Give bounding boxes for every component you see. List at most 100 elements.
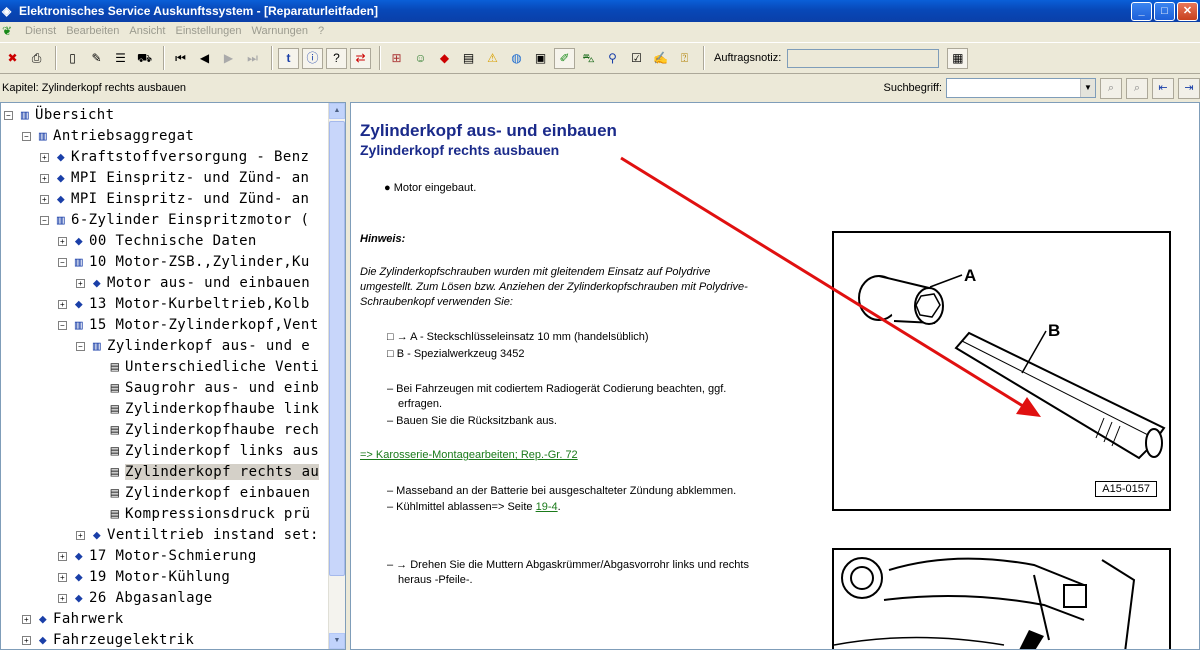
tree-node[interactable]: + ◆ 13 Motor-Kurbeltrieb,Kolb (58, 294, 310, 314)
tree-node-label[interactable]: Motor aus- und einbauen (107, 275, 310, 291)
expand-icon[interactable]: + (40, 194, 49, 204)
tree-node-label[interactable]: 15 Motor-Zylinderkopf,Vent (89, 317, 319, 333)
expand-icon[interactable]: + (76, 530, 85, 540)
expand-icon[interactable]: + (58, 299, 67, 309)
tree-node[interactable]: − ▥ Antriebsaggregat (22, 126, 194, 146)
person-icon[interactable]: ☺ (410, 48, 431, 69)
list-icon[interactable]: ▤ (458, 48, 479, 69)
globe-icon[interactable]: ◍ (506, 48, 527, 69)
tree-node-label[interactable]: Antriebsaggregat (53, 128, 194, 144)
nav-right-icon[interactable]: ⇥ (1178, 77, 1200, 99)
close-button[interactable]: ✕ (1177, 1, 1198, 21)
tree-node[interactable]: − ▥ 10 Motor-ZSB.,Zylinder,Ku (58, 252, 310, 272)
tree-node[interactable]: + ◆ 00 Technische Daten (58, 231, 257, 251)
previous-page-icon[interactable]: ◀ (194, 48, 215, 69)
link-karosserie[interactable]: => Karosserie-Montagearbeiten; Rep.-Gr. … (360, 448, 578, 463)
tree-node[interactable]: ▤ Zylinderkopf rechts au (94, 462, 320, 482)
tree-node[interactable]: + ◆ MPI Einspritz- und Zünd- an (40, 189, 309, 209)
tree-node[interactable]: − ▥ 6-Zylinder Einspritzmotor ( (40, 210, 309, 230)
note-help-icon[interactable]: ⍰ (674, 48, 695, 69)
menu-ansicht[interactable]: Ansicht (124, 25, 170, 37)
print-icon[interactable]: ⎙ (26, 48, 47, 69)
tree-node[interactable]: + ◆ Ventiltrieb instand set: (76, 525, 319, 545)
tree-node-label[interactable]: 10 Motor-ZSB.,Zylinder,Ku (89, 254, 310, 270)
scroll-thumb[interactable] (329, 121, 345, 576)
expand-icon[interactable]: + (58, 572, 67, 582)
tree-node-label[interactable]: Übersicht (35, 107, 114, 123)
tree-node-label[interactable]: Zylinderkopf aus- und e (107, 338, 310, 354)
suchbegriff-input[interactable] (947, 79, 1080, 97)
exit-icon[interactable]: ✖ (2, 48, 23, 69)
menu-help[interactable]: ? (313, 25, 329, 37)
tree-node-label[interactable]: Ventiltrieb instand set: (107, 527, 319, 543)
suchbegriff-combobox[interactable]: ▼ (946, 78, 1096, 98)
expand-icon[interactable]: + (40, 152, 49, 162)
tree-node[interactable]: ▤ Kompressionsdruck prü (94, 504, 310, 524)
tree-node[interactable]: − ▥ Übersicht (4, 105, 114, 125)
tree-node-label[interactable]: Zylinderkopfhaube rech (125, 422, 319, 438)
tree-node-label[interactable]: Zylinderkopf einbauen (125, 485, 310, 501)
tree-node-label[interactable]: 19 Motor-Kühlung (89, 569, 230, 585)
warning-icon[interactable]: ⚠ (482, 48, 503, 69)
expand-icon[interactable]: + (40, 173, 49, 183)
tree-node[interactable]: + ◆ Kraftstoffversorgung - Benz (40, 147, 309, 167)
expand-icon[interactable]: + (58, 551, 67, 561)
expand-icon[interactable]: + (22, 614, 31, 624)
document-list-icon[interactable]: ☰ (110, 48, 131, 69)
expand-icon[interactable]: + (76, 278, 85, 288)
checklist-icon[interactable]: ☑ (626, 48, 647, 69)
tree-node[interactable]: + ◆ 17 Motor-Schmierung (58, 546, 257, 566)
tree-node[interactable]: − ▥ Zylinderkopf aus- und e (76, 336, 310, 356)
tree-node-label[interactable]: MPI Einspritz- und Zünd- an (71, 191, 309, 207)
tree-scrollbar[interactable]: ▲ ▼ (328, 103, 345, 649)
collapse-icon[interactable]: − (58, 257, 67, 267)
tree-node[interactable]: ▤ Saugrohr aus- und einb (94, 378, 319, 398)
tree-node-label[interactable]: Zylinderkopfhaube link (125, 401, 319, 417)
tree-node-label[interactable]: 17 Motor-Schmierung (89, 548, 257, 564)
tree-node[interactable]: + ◆ 26 Abgasanlage (58, 588, 213, 608)
expand-icon[interactable]: + (58, 593, 67, 603)
menu-dienst[interactable]: Dienst (20, 25, 61, 37)
tree-node[interactable]: ▤ Zylinderkopf einbauen (94, 483, 310, 503)
pen-icon[interactable]: ✐ (554, 47, 575, 69)
engine-icon[interactable]: ⊞ (386, 48, 407, 69)
tree-node[interactable]: ▤ Zylinderkopfhaube link (94, 399, 319, 419)
car-icon[interactable]: ⛟ (134, 48, 155, 69)
tree-node-label[interactable]: Fahrwerk (53, 611, 124, 627)
tree-node[interactable]: − ▥ 15 Motor-Zylinderkopf,Vent (58, 315, 319, 335)
note-edit-icon[interactable]: ▦ (947, 47, 969, 69)
tree-node[interactable]: + ◆ Motor aus- und einbauen (76, 273, 310, 293)
tree-node-label[interactable]: 00 Technische Daten (89, 233, 257, 249)
scroll-up-icon[interactable]: ▲ (329, 103, 345, 119)
tree-node-label[interactable]: Unterschiedliche Venti (125, 359, 319, 375)
help-icon[interactable]: ? (326, 47, 347, 69)
search-forward-icon[interactable]: ⌕ (1100, 77, 1122, 99)
edit-note-icon[interactable]: ✍ (650, 48, 671, 69)
link-seite-19-4[interactable]: 19-4 (536, 501, 558, 513)
text-icon[interactable]: t (278, 47, 299, 69)
tree-node[interactable]: ▤ Zylinderkopfhaube rech (94, 420, 319, 440)
tree-node-label[interactable]: Fahrzeugelektrik (53, 632, 194, 648)
car-green-icon[interactable]: ⛍ (578, 48, 599, 69)
tree-node[interactable]: ▤ Zylinderkopf links aus (94, 441, 319, 461)
auftragsnotiz-field[interactable] (787, 48, 940, 68)
expand-icon[interactable]: + (58, 236, 67, 246)
collapse-icon[interactable]: − (76, 341, 85, 351)
next-page-icon[interactable]: ▶ (218, 48, 239, 69)
nav-left-icon[interactable]: ⇤ (1152, 77, 1174, 99)
tree-node[interactable]: + ◆ Fahrwerk (22, 609, 124, 629)
scroll-down-icon[interactable]: ▼ (329, 633, 345, 649)
new-document-icon[interactable]: ▯ (62, 48, 83, 69)
tree-node[interactable]: + ◆ 19 Motor-Kühlung (58, 567, 230, 587)
collapse-icon[interactable]: − (40, 215, 49, 225)
book-stack-icon[interactable]: ◆ (434, 48, 455, 69)
tree-node[interactable]: + ◆ Fahrzeugelektrik (22, 630, 194, 649)
clipboard-icon[interactable]: ▣ (530, 48, 551, 69)
tree-node[interactable]: + ◆ MPI Einspritz- und Zünd- an (40, 168, 309, 188)
tree-node-label[interactable]: MPI Einspritz- und Zünd- an (71, 170, 309, 186)
edit-document-icon[interactable]: ✎ (86, 48, 107, 69)
tree-node-label[interactable]: Kompressionsdruck prü (125, 506, 310, 522)
expand-icon[interactable]: + (22, 635, 31, 645)
collapse-icon[interactable]: − (22, 131, 31, 141)
tree-node-label[interactable]: 13 Motor-Kurbeltrieb,Kolb (89, 296, 310, 312)
